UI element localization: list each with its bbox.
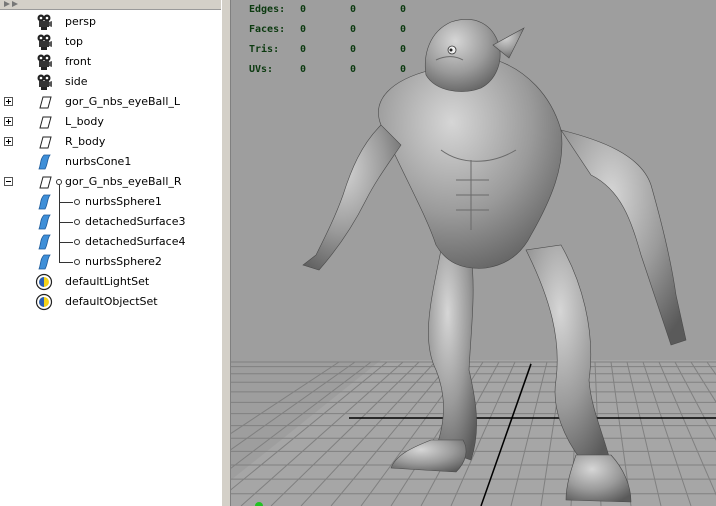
- hud-label: Faces:: [249, 24, 286, 35]
- transform-icon: [39, 116, 52, 129]
- outliner-item-side[interactable]: side: [0, 72, 221, 92]
- outliner-item-label: nurbsCone1: [65, 155, 132, 168]
- collapse-arrow-icon[interactable]: [4, 1, 10, 7]
- hud-label: Tris:: [249, 44, 280, 55]
- outliner-item-defaultobjectset[interactable]: defaultObjectSet: [0, 292, 221, 312]
- outliner-item-label: defaultObjectSet: [65, 295, 158, 308]
- outliner-item-label: nurbsSphere2: [85, 255, 162, 268]
- hud-value: 0: [350, 64, 357, 75]
- outliner-item-r-body[interactable]: R_body: [0, 132, 221, 152]
- nurbs-surface-icon: [38, 214, 51, 230]
- scene-canvas[interactable]: [231, 0, 716, 506]
- transform-icon: [39, 136, 52, 149]
- camera-icon: [37, 74, 52, 90]
- expand-plus-icon[interactable]: [4, 137, 13, 146]
- outliner-item-label: gor_G_nbs_eyeBall_R: [65, 175, 182, 188]
- hud-value: 0: [350, 44, 357, 55]
- outliner-item-detachedsurface4[interactable]: detachedSurface4: [0, 232, 221, 252]
- hud-value: 0: [350, 4, 357, 15]
- outliner-item-persp[interactable]: persp: [0, 12, 221, 32]
- panel-splitter[interactable]: [221, 0, 231, 506]
- collapse-arrow-icon[interactable]: [12, 1, 18, 7]
- hud-value: 0: [400, 64, 407, 75]
- object-set-icon: [35, 293, 53, 311]
- camera-icon: [37, 54, 52, 70]
- hud-value: 0: [300, 64, 307, 75]
- connector-dot-icon: [74, 259, 80, 265]
- connector-dot-icon: [74, 199, 80, 205]
- nurbs-surface-icon: [38, 254, 51, 270]
- light-set-icon: [35, 273, 53, 291]
- outliner-item-top[interactable]: top: [0, 32, 221, 52]
- hud-value: 0: [300, 44, 307, 55]
- expand-plus-icon[interactable]: [4, 117, 13, 126]
- outliner-item-nurbssphere1[interactable]: nurbsSphere1: [0, 192, 221, 212]
- outliner-item-label: R_body: [65, 135, 106, 148]
- outliner-item-label: nurbsSphere1: [85, 195, 162, 208]
- outliner-item-front[interactable]: front: [0, 52, 221, 72]
- outliner-item-nurbscone1[interactable]: nurbsCone1: [0, 152, 221, 172]
- outliner-item-label: persp: [65, 15, 96, 28]
- hud-value: 0: [400, 24, 407, 35]
- outliner-item-label: L_body: [65, 115, 104, 128]
- outliner-item-gor-g-nbs-eyeball-l[interactable]: gor_G_nbs_eyeBall_L: [0, 92, 221, 112]
- outliner-panel: persp top front side gor_G_nbs_eyeBall_L…: [0, 0, 222, 506]
- hud-value: 0: [400, 4, 407, 15]
- outliner-item-l-body[interactable]: L_body: [0, 112, 221, 132]
- transform-icon: [39, 176, 52, 189]
- outliner-item-label: gor_G_nbs_eyeBall_L: [65, 95, 181, 108]
- outliner-item-label: side: [65, 75, 88, 88]
- outliner-item-defaultlightset[interactable]: defaultLightSet: [0, 272, 221, 292]
- outliner-item-detachedsurface3[interactable]: detachedSurface3: [0, 212, 221, 232]
- nurbs-surface-icon: [38, 154, 51, 170]
- hud-label: UVs:: [249, 64, 274, 75]
- hud-value: 0: [350, 24, 357, 35]
- camera-icon: [37, 14, 52, 30]
- connector-dot-icon: [74, 219, 80, 225]
- 3d-viewport[interactable]: Edges: 0 0 0 Faces: 0 0 0 Tris: 0 0 0 UV…: [231, 0, 716, 506]
- camera-icon: [37, 34, 52, 50]
- outliner-item-label: detachedSurface3: [85, 215, 186, 228]
- outliner-item-label: front: [65, 55, 92, 68]
- nurbs-surface-icon: [38, 234, 51, 250]
- outliner-item-gor-g-nbs-eyeball-r[interactable]: gor_G_nbs_eyeBall_R: [0, 172, 221, 192]
- connector-dot-icon: [74, 239, 80, 245]
- collapse-minus-icon[interactable]: [4, 177, 13, 186]
- outliner-item-nurbssphere2[interactable]: nurbsSphere2: [0, 252, 221, 272]
- outliner-item-label: defaultLightSet: [65, 275, 150, 288]
- creature-pupil: [449, 48, 453, 52]
- outliner-item-label: detachedSurface4: [85, 235, 186, 248]
- outliner-header: [0, 0, 221, 10]
- expand-plus-icon[interactable]: [4, 97, 13, 106]
- hud-value: 0: [300, 24, 307, 35]
- hud-label: Edges:: [249, 4, 286, 15]
- hud-value: 0: [300, 4, 307, 15]
- transform-icon: [39, 96, 52, 109]
- nurbs-surface-icon: [38, 194, 51, 210]
- outliner-item-label: top: [65, 35, 84, 48]
- connector-dot-icon: [56, 179, 62, 185]
- hud-value: 0: [400, 44, 407, 55]
